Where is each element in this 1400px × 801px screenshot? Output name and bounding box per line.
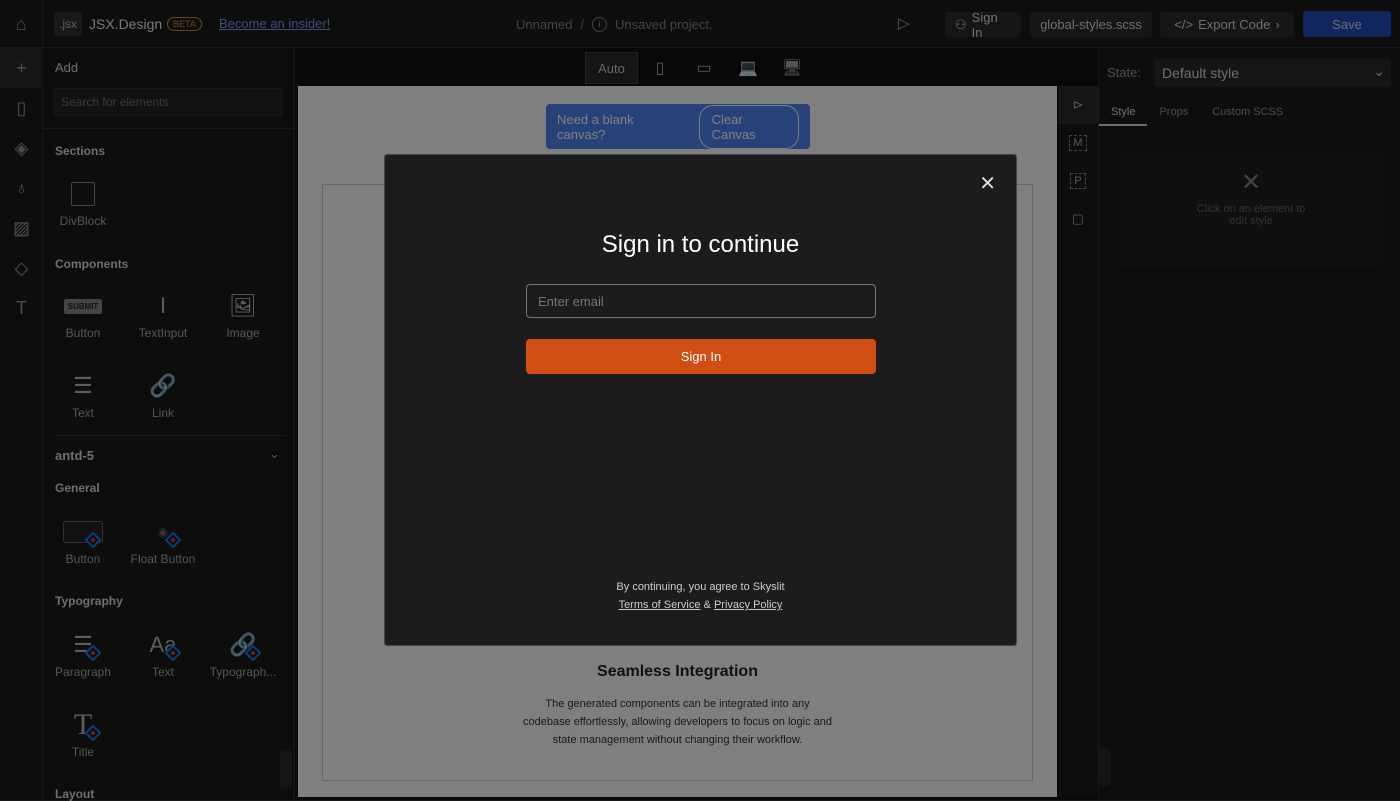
agree-text: By continuing, you agree to Skyslit bbox=[616, 581, 785, 593]
sign-in-modal: ✕ Sign in to continue Sign In By continu… bbox=[384, 154, 1017, 646]
legal-links: Terms of Service & Privacy Policy bbox=[385, 599, 1016, 611]
email-input[interactable] bbox=[526, 284, 876, 318]
sign-in-submit-button[interactable]: Sign In bbox=[526, 339, 876, 374]
terms-link[interactable]: Terms of Service bbox=[619, 599, 701, 611]
privacy-link[interactable]: Privacy Policy bbox=[714, 599, 782, 611]
modal-title: Sign in to continue bbox=[601, 231, 800, 258]
amp: & bbox=[703, 599, 711, 611]
close-icon[interactable]: ✕ bbox=[979, 171, 996, 196]
